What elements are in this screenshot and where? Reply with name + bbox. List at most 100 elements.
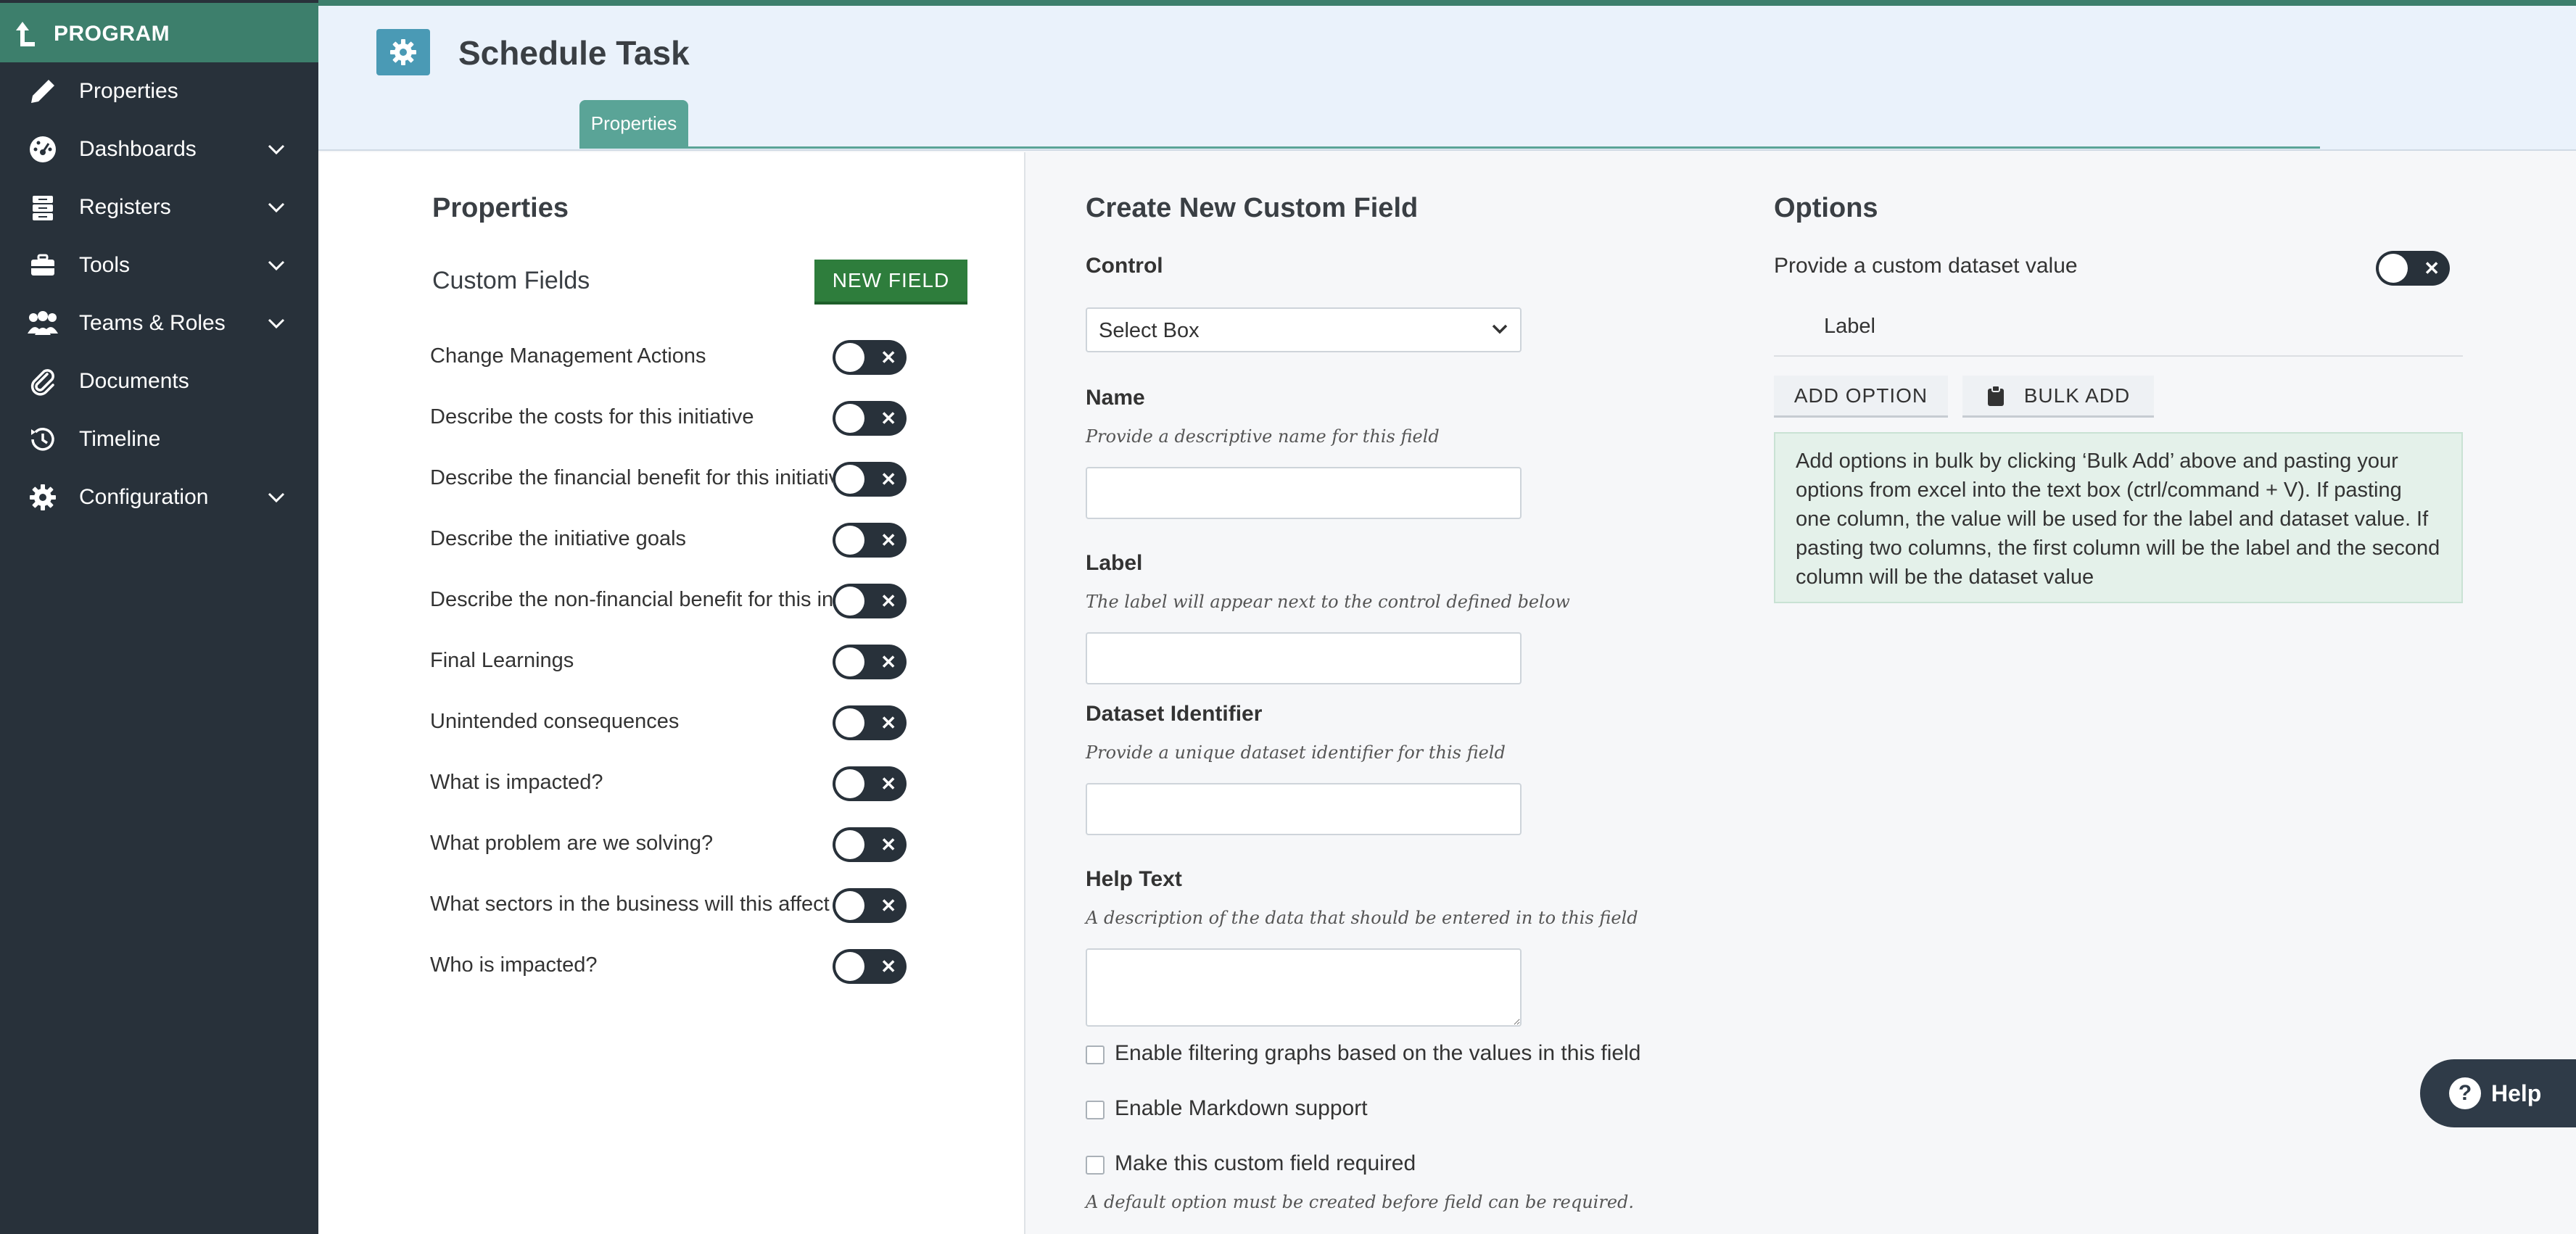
dashboard-icon <box>26 133 59 166</box>
sidebar-item-properties[interactable]: Properties <box>0 65 318 117</box>
sidebar-item-label: Teams & Roles <box>79 311 226 335</box>
paperclip-icon <box>26 365 59 398</box>
toggle-knob <box>835 587 864 616</box>
bulk-add-label: BULK ADD <box>2023 384 2131 407</box>
custom-field-row: Describe the non-financial benefit for t… <box>430 579 988 623</box>
sidebar: PROGRAM Properties Dashboards Registers … <box>0 0 318 1234</box>
sidebar-item-label: Tools <box>79 253 131 277</box>
toggle-knob <box>835 465 864 494</box>
enable-markdown-checkbox[interactable] <box>1086 1101 1105 1119</box>
custom-field-row: Final Learnings ✕ <box>430 640 988 684</box>
toggle-knob <box>835 647 864 676</box>
properties-panel: Properties Custom Fields NEW FIELD Chang… <box>318 152 1025 1234</box>
custom-field-toggle[interactable]: ✕ <box>833 462 907 497</box>
custom-field-toggle[interactable]: ✕ <box>833 401 907 436</box>
custom-field-name: Who is impacted? <box>430 953 598 977</box>
custom-field-toggle[interactable]: ✕ <box>833 827 907 862</box>
custom-field-toggle[interactable]: ✕ <box>833 949 907 984</box>
sidebar-item-timeline[interactable]: Timeline <box>0 413 318 465</box>
toggle-knob <box>835 404 864 433</box>
custom-field-name: Describe the non-financial benefit for t… <box>430 588 833 611</box>
sidebar-program-label: PROGRAM <box>54 22 170 46</box>
close-icon: ✕ <box>880 590 896 612</box>
custom-field-name: Change Management Actions <box>430 344 706 368</box>
page-header: Schedule Task Properties <box>318 6 2576 151</box>
custom-field-toggle[interactable]: ✕ <box>833 888 907 923</box>
options-column-label: Label <box>1824 315 1875 338</box>
name-label: Name <box>1086 386 1145 410</box>
custom-field-row: What is impacted? ✕ <box>430 762 988 806</box>
chevron-down-icon <box>268 144 285 155</box>
help-text-hint: A description of the data that should be… <box>1086 908 1638 928</box>
sidebar-item-tools[interactable]: Tools <box>0 239 318 291</box>
pencil-icon <box>26 75 59 108</box>
custom-field-row: Change Management Actions ✕ <box>430 336 988 379</box>
custom-field-row: Describe the initiative goals ✕ <box>430 518 988 562</box>
custom-field-toggle[interactable]: ✕ <box>833 766 907 801</box>
custom-field-name: Describe the costs for this initiative <box>430 405 754 428</box>
required-field-checkbox[interactable] <box>1086 1156 1105 1175</box>
checkbox-label: Enable Markdown support <box>1115 1096 1368 1120</box>
custom-field-toggle[interactable]: ✕ <box>833 523 907 558</box>
custom-field-toggle[interactable]: ✕ <box>833 645 907 679</box>
custom-field-toggle[interactable]: ✕ <box>833 340 907 375</box>
close-icon: ✕ <box>2424 257 2440 279</box>
custom-field-name: What problem are we solving? <box>430 832 714 855</box>
help-text-label: Help Text <box>1086 867 1182 891</box>
enable-filtering-checkbox[interactable] <box>1086 1045 1105 1064</box>
toggle-knob <box>2379 254 2408 283</box>
custom-field-name: What is impacted? <box>430 771 603 794</box>
chevron-down-icon <box>268 202 285 213</box>
name-hint: Provide a descriptive name for this fiel… <box>1086 426 1440 447</box>
close-icon: ✕ <box>880 347 896 368</box>
tab-underline <box>579 146 2320 149</box>
sidebar-item-teams-roles[interactable]: Teams & Roles <box>0 297 318 349</box>
sidebar-program-header[interactable]: PROGRAM <box>0 3 318 62</box>
bulk-add-button[interactable]: BULK ADD <box>1962 376 2154 418</box>
sidebar-item-dashboards[interactable]: Dashboards <box>0 123 318 175</box>
custom-field-row: Describe the costs for this initiative ✕ <box>430 397 988 440</box>
add-option-button[interactable]: ADD OPTION <box>1774 376 1948 418</box>
name-input[interactable] <box>1086 467 1522 519</box>
sidebar-item-label: Registers <box>79 195 171 219</box>
sidebar-item-registers[interactable]: Registers <box>0 181 318 233</box>
close-icon: ✕ <box>880 956 896 977</box>
custom-field-row: Unintended consequences ✕ <box>430 701 988 745</box>
label-label: Label <box>1086 551 1143 575</box>
label-hint: The label will appear next to the contro… <box>1086 592 1570 612</box>
checkbox-label: Make this custom field required <box>1115 1151 1416 1175</box>
custom-field-name: Final Learnings <box>430 649 574 672</box>
sidebar-item-configuration[interactable]: Configuration <box>0 471 318 523</box>
options-heading: Options <box>1774 193 1878 223</box>
close-icon: ✕ <box>880 651 896 673</box>
control-label: Control <box>1086 254 1163 278</box>
chevron-down-icon <box>268 492 285 503</box>
new-field-button[interactable]: NEW FIELD <box>814 260 967 305</box>
register-icon <box>26 191 59 224</box>
control-select-value: Select Box <box>1099 319 1200 342</box>
sidebar-item-label: Timeline <box>79 427 161 451</box>
chevron-down-icon <box>1492 324 1508 334</box>
help-button[interactable]: ? Help <box>2420 1059 2576 1127</box>
arrow-up-turn-icon <box>16 22 35 46</box>
custom-field-row: Who is impacted? ✕ <box>430 945 988 988</box>
toggle-knob <box>835 343 864 372</box>
toggle-knob <box>835 708 864 737</box>
custom-field-toggle[interactable]: ✕ <box>833 705 907 740</box>
question-icon: ? <box>2449 1077 2481 1109</box>
custom-field-toggle[interactable]: ✕ <box>833 584 907 618</box>
label-input[interactable] <box>1086 632 1522 684</box>
toggle-knob <box>835 769 864 798</box>
options-divider <box>1774 355 2463 357</box>
custom-field-name: Describe the initiative goals <box>430 527 687 550</box>
control-select[interactable]: Select Box <box>1086 307 1522 352</box>
header-accent-line <box>318 0 2576 6</box>
sidebar-item-documents[interactable]: Documents <box>0 355 318 407</box>
dataset-identifier-input[interactable] <box>1086 783 1522 835</box>
tab-properties[interactable]: Properties <box>579 100 688 146</box>
help-text-textarea[interactable] <box>1086 948 1522 1027</box>
close-icon: ✕ <box>880 895 896 916</box>
page-title: Schedule Task <box>458 34 690 72</box>
custom-dataset-toggle[interactable]: ✕ <box>2376 251 2450 286</box>
checkbox-label: Enable filtering graphs based on the val… <box>1115 1041 1641 1065</box>
